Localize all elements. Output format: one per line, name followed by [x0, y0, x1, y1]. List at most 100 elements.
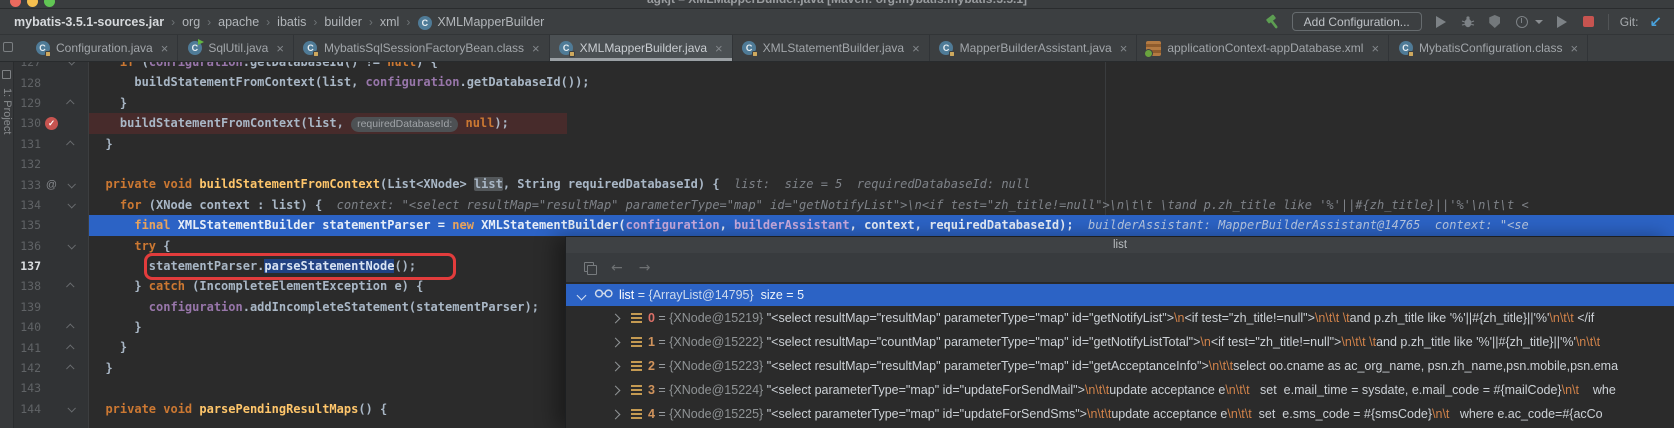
element-index: 2 — [648, 359, 655, 373]
fold-marker-icon[interactable] — [66, 324, 74, 332]
value-segment: \n\t\t — [1225, 383, 1249, 397]
fold-marker-icon[interactable] — [67, 241, 75, 249]
add-configuration-button[interactable]: Add Configuration... — [1292, 12, 1422, 31]
coverage-icon[interactable] — [1487, 14, 1503, 30]
gutter-cell: 131 — [14, 134, 89, 154]
tab-XMLMapperBuilder.java[interactable]: CXMLMapperBuilder.java× — [550, 35, 733, 61]
back-icon[interactable]: ← — [611, 260, 623, 276]
tool-window-icon[interactable] — [3, 42, 13, 52]
project-stripe-icon[interactable] — [2, 70, 11, 79]
array-element-row[interactable]: 0 = {XNode@15219} "<select resultMap="re… — [566, 306, 1674, 330]
build-hammer-icon[interactable] — [1265, 14, 1281, 30]
fold-slot — [62, 345, 80, 351]
tab-close-icon[interactable]: × — [532, 41, 540, 56]
variable-row-root[interactable]: list = {ArrayList@14795} size = 5 — [566, 284, 1674, 306]
code-text: try { — [91, 236, 170, 256]
code-segment: } — [91, 340, 127, 354]
code-text: buildStatementFromContext(list, configur… — [91, 72, 590, 92]
tab-applicationContext-appDatabase.xml[interactable]: applicationContext-appDatabase.xml× — [1137, 35, 1389, 61]
value-segment: <if test="zh_title!=null"> — [1211, 335, 1341, 349]
chevron-right-icon[interactable] — [611, 385, 621, 395]
code-line: 127 if (configuration.getDatabaseId() !=… — [14, 62, 1674, 72]
run-icon[interactable] — [1433, 14, 1449, 30]
breadcrumb-item[interactable]: org — [182, 15, 200, 29]
tab-MapperBuilderAssistant.java[interactable]: CMapperBuilderAssistant.java× — [930, 35, 1138, 61]
fold-marker-icon[interactable] — [66, 365, 74, 373]
code-segment: if — [91, 62, 142, 69]
equals-sign: = — [655, 383, 669, 397]
code-segment: (IncompleteElementException e) { — [192, 279, 423, 293]
tab-close-icon[interactable]: × — [715, 41, 723, 56]
line-number: 138 — [14, 279, 41, 293]
code-line: 132 — [14, 154, 1674, 174]
git-update-icon[interactable]: ↙ — [1649, 15, 1662, 29]
chevron-right-icon[interactable] — [611, 409, 621, 419]
chevron-right-icon[interactable] — [611, 337, 621, 347]
chevron-right-icon[interactable] — [611, 313, 621, 323]
tab-XMLStatementBuilder.java[interactable]: CXMLStatementBuilder.java× — [733, 35, 930, 61]
code-line: 129 } — [14, 93, 1674, 113]
array-element-row[interactable]: 4 = {XNode@15225} "<select parameterType… — [566, 402, 1674, 426]
fold-marker-icon[interactable] — [67, 180, 75, 188]
tab-close-icon[interactable]: × — [1371, 41, 1379, 56]
breadcrumb-item[interactable]: xml — [380, 15, 399, 29]
tab-Configuration.java[interactable]: CConfiguration.java× — [26, 35, 178, 61]
chevron-right-icon[interactable] — [611, 361, 621, 371]
project-stripe-label[interactable]: 1: Project — [1, 88, 13, 134]
value-segment: and p.zh_title like '%'||#{zh_title}||'%… — [1376, 335, 1576, 349]
breadcrumb-item[interactable]: apache — [218, 15, 259, 29]
forward-icon[interactable]: → — [639, 260, 651, 276]
code-segment: builderAssistant — [734, 218, 850, 232]
fold-marker-icon[interactable] — [66, 344, 74, 352]
code-text: for (XNode context : list) { context: "<… — [91, 195, 1529, 215]
code-segment: buildStatementFromContext — [199, 177, 380, 191]
value-segment: update acceptance e — [1111, 407, 1227, 421]
fold-slot — [62, 141, 80, 147]
fold-marker-icon[interactable] — [67, 200, 75, 208]
class-icon-letter: C — [418, 16, 432, 30]
tab-MybatisSqlSessionFactoryBean.class[interactable]: CMybatisSqlSessionFactoryBean.class× — [294, 35, 550, 61]
tab-close-icon[interactable]: × — [912, 41, 920, 56]
tab-SqlUtil.java[interactable]: CSqlUtil.java× — [178, 35, 294, 61]
breakpoint-icon[interactable]: ✓ — [45, 117, 58, 130]
list-value-icon — [631, 361, 642, 371]
tab-close-icon[interactable]: × — [1120, 41, 1128, 56]
breadcrumb-item[interactable]: ibatis — [277, 15, 306, 29]
breadcrumb-separator: › — [313, 15, 317, 29]
value-segment: \n\t\t — [1576, 335, 1600, 349]
run-secondary-icon[interactable] — [1554, 14, 1570, 30]
code-text: } — [91, 134, 113, 154]
profiler-icon[interactable] — [1514, 14, 1530, 30]
fold-marker-icon[interactable] — [66, 283, 74, 291]
tab-close-icon[interactable]: × — [161, 41, 169, 56]
array-element-row[interactable]: 1 = {XNode@15222} "<select resultMap="co… — [566, 330, 1674, 354]
breadcrumb-item[interactable]: builder — [324, 15, 362, 29]
tab-close-icon[interactable]: × — [1570, 41, 1578, 56]
code-segment: ); — [494, 116, 508, 130]
value-segment: \n — [1174, 311, 1184, 325]
run-options-dropdown-icon[interactable] — [1535, 20, 1543, 24]
stop-icon[interactable] — [1581, 14, 1597, 30]
fold-marker-icon[interactable] — [67, 404, 75, 412]
array-element-row[interactable]: 3 = {XNode@15224} "<select parameterType… — [566, 378, 1674, 402]
java-class-icon: C — [35, 41, 50, 56]
tab-MybatisConfiguration.class[interactable]: CMybatisConfiguration.class× — [1389, 35, 1588, 61]
code-text: } — [91, 358, 113, 378]
tab-close-icon[interactable]: × — [276, 41, 284, 56]
debug-icon[interactable] — [1460, 14, 1476, 30]
gutter-cell: 141 — [14, 337, 89, 357]
editor-tabbar: CConfiguration.java×CSqlUtil.java×CMybat… — [0, 35, 1674, 62]
breadcrumb-class-item[interactable]: XMLMapperBuilder — [437, 15, 544, 29]
code-segment: .getDatabaseId()); — [459, 75, 589, 89]
java-class-icon: C — [559, 41, 574, 56]
fold-marker-icon[interactable] — [66, 99, 74, 107]
code-segment: .addIncompleteStatement(statementParser)… — [243, 300, 539, 314]
fold-marker-icon[interactable] — [67, 62, 75, 66]
object-reference: {XNode@15222} — [669, 335, 767, 349]
line-number: 141 — [14, 341, 41, 355]
copy-value-icon[interactable] — [584, 262, 595, 273]
code-segment: list: size = 5 requiredDatabaseId: null — [734, 177, 1030, 191]
array-element-row[interactable]: 2 = {XNode@15223} "<select resultMap="re… — [566, 354, 1674, 378]
fold-marker-icon[interactable] — [66, 140, 74, 148]
breadcrumb-item[interactable]: mybatis-3.5.1-sources.jar — [14, 15, 164, 29]
